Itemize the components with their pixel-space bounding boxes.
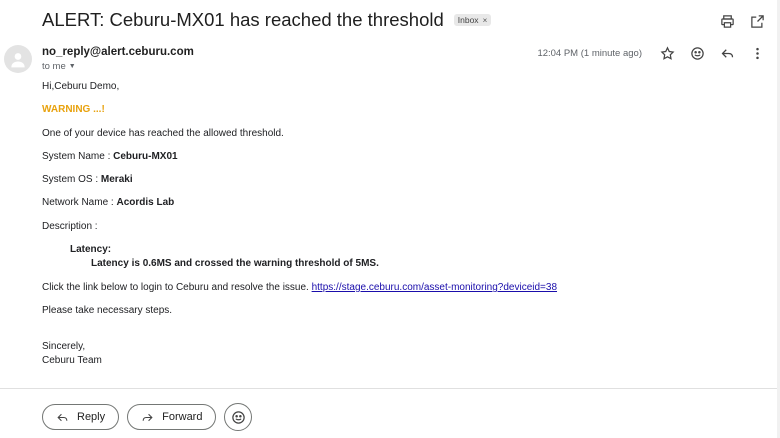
network-name-value: Acordis Lab <box>116 197 175 208</box>
emoji-icon <box>232 410 245 424</box>
warning-text: WARNING ...! <box>42 104 105 115</box>
forward-label: Forward <box>162 411 203 423</box>
team-name: Ceburu Team <box>42 355 102 366</box>
latency-title: Latency: <box>70 244 112 255</box>
message-meta: 12:04 PM (1 minute ago) <box>537 44 766 62</box>
network-name-line: Network Name : Acordis Lab <box>42 197 174 208</box>
sender-avatar <box>4 45 32 73</box>
link-line: Click the link below to login to Ceburu … <box>42 282 557 293</box>
system-name-value: Ceburu-MX01 <box>113 151 178 162</box>
system-os-line: System OS : Meraki <box>42 174 133 185</box>
reply-button[interactable]: Reply <box>42 404 120 430</box>
latency-text: Latency is 0.6MS and crossed the warning… <box>91 258 379 269</box>
reply-icon <box>57 413 68 421</box>
remove-label-icon[interactable]: × <box>483 16 488 25</box>
forward-icon <box>142 413 153 421</box>
open-in-new-window-icon[interactable] <box>748 12 766 30</box>
sender-email[interactable]: no_reply@alert.ceburu.com <box>42 46 194 58</box>
reply-label: Reply <box>77 411 106 423</box>
system-name-line: System Name : Ceburu-MX01 <box>42 151 178 162</box>
intro-text: One of your device has reached the allow… <box>42 128 284 139</box>
link-prefix: Click the link below to login to Ceburu … <box>42 282 312 293</box>
network-name-label: Network Name : <box>42 197 117 208</box>
message-time: 12:04 PM (1 minute ago) <box>537 47 642 59</box>
steps-text: Please take necessary steps. <box>42 305 173 316</box>
chevron-down-icon: ▼ <box>68 63 76 70</box>
forward-button[interactable]: Forward <box>127 404 217 430</box>
reply-actions: Reply Forward <box>42 403 253 431</box>
asset-monitoring-link[interactable]: https://stage.ceburu.com/asset-monitorin… <box>312 282 557 293</box>
system-name-label: System Name : <box>42 151 114 162</box>
more-options-icon[interactable] <box>748 44 766 62</box>
system-os-label: System OS : <box>42 174 101 185</box>
system-os-value: Meraki <box>100 174 133 185</box>
inbox-label-badge[interactable]: Inbox × <box>453 14 492 26</box>
star-icon[interactable] <box>658 44 676 62</box>
email-subject-row: ALERT: Ceburu-MX01 has reached the thres… <box>42 9 492 31</box>
recipients-toggle[interactable]: to me ▼ <box>42 61 76 72</box>
divider <box>0 388 780 389</box>
emoji-reaction-icon[interactable] <box>688 44 706 62</box>
reply-icon[interactable] <box>718 44 736 62</box>
inbox-label-text: Inbox <box>457 15 479 25</box>
top-toolbar <box>718 12 766 30</box>
print-icon[interactable] <box>718 12 736 30</box>
sign-off: Sincerely, <box>42 341 86 352</box>
greeting: Hi,Ceburu Demo, <box>42 81 120 92</box>
to-me-label: to me <box>42 61 66 72</box>
email-subject: ALERT: Ceburu-MX01 has reached the thres… <box>42 9 444 30</box>
person-icon <box>11 53 25 68</box>
description-label: Description : <box>42 221 98 232</box>
emoji-button[interactable] <box>224 403 253 431</box>
